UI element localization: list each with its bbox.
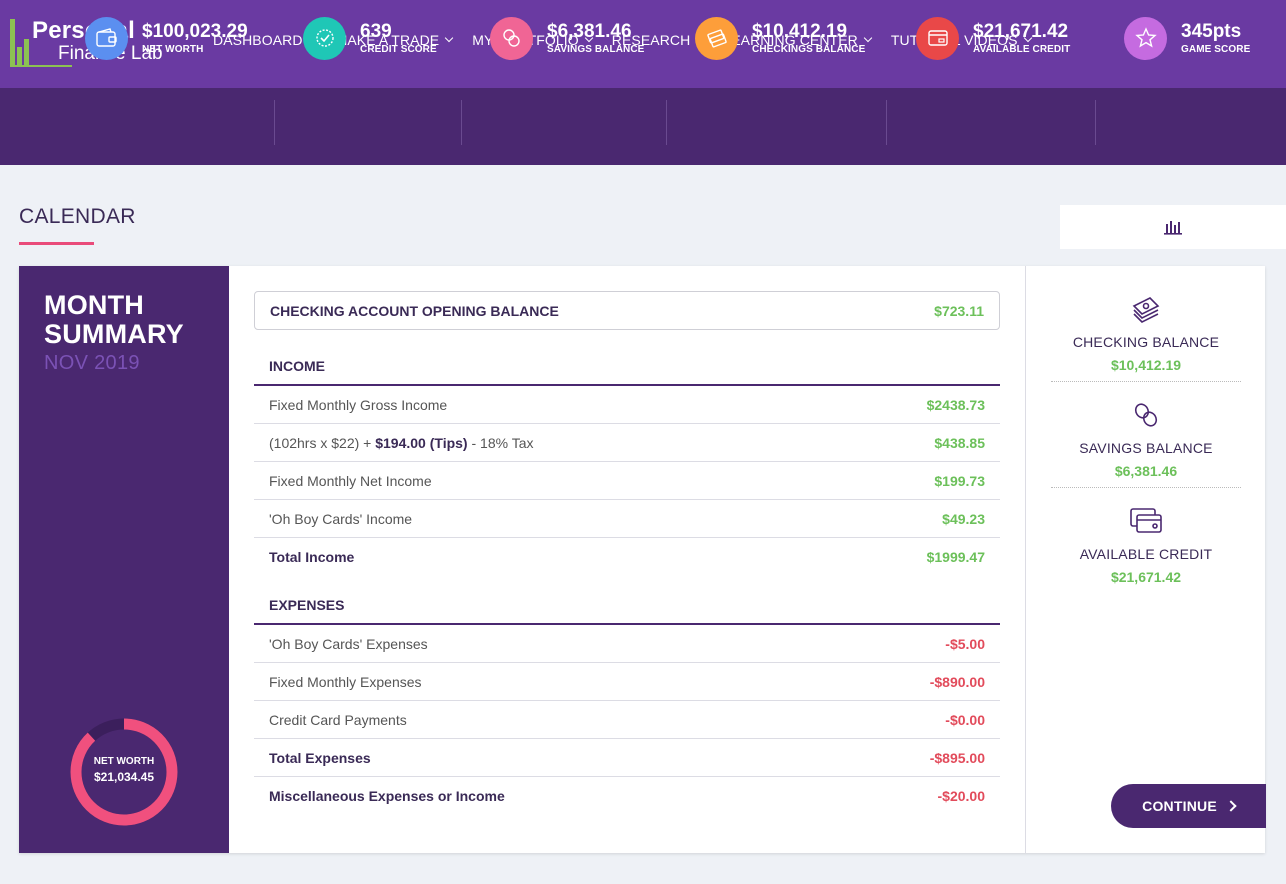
credit-card-icon — [1051, 502, 1241, 536]
table-row: Fixed Monthly Net Income $199.73 — [254, 462, 1000, 500]
stat-savings-balance: $6,381.46 SAVINGS BALANCE — [490, 15, 644, 61]
available-credit-block: AVAILABLE CREDIT $21,671.42 — [1051, 502, 1241, 585]
accounts-panel: CHECKING BALANCE $10,412.19 SAVINGS BALA… — [1025, 266, 1266, 853]
stat-game-score: 345pts GAME SCORE — [1124, 15, 1250, 61]
badge-check-icon — [303, 16, 346, 60]
opening-balance-box: CHECKING ACCOUNT OPENING BALANCE $723.11 — [254, 291, 1000, 330]
title-underline — [19, 242, 94, 245]
stat-value: 639 — [360, 20, 392, 42]
stat-checkings-balance: $10,412.19 CHECKINGS BALANCE — [695, 15, 865, 61]
expenses-heading: EXPENSES — [254, 576, 1000, 625]
coins-icon — [490, 16, 533, 60]
stat-credit-score: 639 CREDIT SCORE — [303, 15, 437, 61]
table-row: 'Oh Boy Cards' Expenses -$5.00 — [254, 625, 1000, 663]
stat-value: $10,412.19 — [752, 20, 848, 42]
coins-icon — [1051, 396, 1241, 430]
cash-stack-icon — [1051, 290, 1241, 324]
divider — [886, 100, 887, 145]
divider — [666, 100, 667, 145]
opening-balance-label: CHECKING ACCOUNT OPENING BALANCE — [270, 302, 559, 319]
stat-net-worth: $100,023.29 NET WORTH — [85, 15, 248, 61]
stat-available-credit: $21,671.42 AVAILABLE CREDIT — [916, 15, 1070, 61]
stats-bar — [0, 88, 1286, 165]
stat-label: AVAILABLE CREDIT — [973, 43, 1071, 55]
total-expenses-row: Total Expenses -$895.00 — [254, 739, 1000, 777]
stat-label: CHECKINGS BALANCE — [752, 43, 866, 55]
star-icon — [1124, 16, 1167, 60]
divider — [274, 100, 275, 145]
stat-label: SAVINGS BALANCE — [547, 43, 645, 55]
opening-balance-amount: $723.11 — [934, 302, 984, 319]
page-title: CALENDAR — [19, 205, 136, 228]
divider — [1095, 100, 1096, 145]
stat-value: $6,381.46 — [547, 20, 632, 42]
credit-card-icon — [916, 16, 959, 60]
summary-panel: MONTH SUMMARY NOV 2019 NET WORTH $21,034… — [19, 266, 229, 853]
table-row: 'Oh Boy Cards' Income $49.23 — [254, 500, 1000, 538]
cash-stack-icon — [695, 16, 738, 60]
stat-label: CREDIT SCORE — [360, 43, 437, 55]
stat-label: NET WORTH — [142, 43, 204, 55]
summary-details: CHECKING ACCOUNT OPENING BALANCE $723.11… — [254, 291, 1000, 815]
stat-value: 345pts — [1181, 20, 1242, 42]
summary-title: MONTH SUMMARY — [44, 290, 184, 349]
stat-value: $21,671.42 — [973, 20, 1069, 42]
chevron-right-icon — [1225, 800, 1237, 812]
bar-chart-icon — [1164, 221, 1182, 235]
table-row: (102hrs x $22) + $194.00 (Tips) - 18% Ta… — [254, 424, 1000, 462]
month-summary-card: MONTH SUMMARY NOV 2019 NET WORTH $21,034… — [19, 266, 1266, 853]
logo-bars-icon — [10, 19, 72, 67]
checking-balance-block: CHECKING BALANCE $10,412.19 — [1051, 290, 1241, 373]
table-row: Fixed Monthly Gross Income $2438.73 — [254, 386, 1000, 424]
income-heading: INCOME — [254, 330, 1000, 386]
donut-label: NET WORTH $21,034.45 — [93, 756, 155, 784]
savings-balance-block: SAVINGS BALANCE $6,381.46 — [1051, 396, 1241, 479]
wallet-icon — [85, 16, 128, 60]
chevron-down-icon — [445, 33, 454, 43]
stat-label: GAME SCORE — [1181, 43, 1251, 55]
table-row: Credit Card Payments -$0.00 — [254, 701, 1000, 739]
misc-row: Miscellaneous Expenses or Income -$20.00 — [269, 788, 985, 804]
divider — [461, 100, 462, 145]
divider — [1051, 381, 1241, 382]
total-income-row: Total Income $1999.47 — [269, 549, 985, 565]
summary-month: NOV 2019 — [44, 352, 140, 374]
continue-button[interactable]: CONTINUE — [1111, 784, 1266, 828]
stat-value: $100,023.29 — [142, 20, 248, 42]
divider — [1051, 487, 1241, 488]
table-row: Fixed Monthly Expenses -$890.00 — [254, 663, 1000, 701]
chart-view-button[interactable] — [1060, 205, 1286, 249]
